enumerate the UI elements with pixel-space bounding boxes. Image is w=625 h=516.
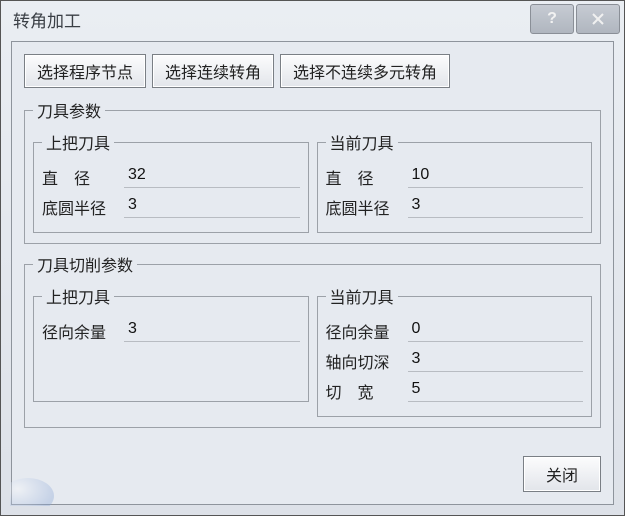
prev-tool-group: 上把刀具 直 径 32 底圆半径 3 [33, 130, 309, 233]
current-tool-bottom-radius-input[interactable]: 3 [408, 196, 584, 218]
prev-tool-bottom-radius-input[interactable]: 3 [124, 196, 300, 218]
prev-tool-legend: 上把刀具 [42, 130, 114, 154]
prev-cutting-group: 上把刀具 径向余量 3 [33, 284, 309, 402]
prev-radial-allowance-row: 径向余量 3 [42, 316, 300, 346]
client-area: 选择程序节点 选择连续转角 选择不连续多元转角 刀具参数 上把刀具 直 径 32… [11, 41, 614, 505]
current-cut-width-row: 切 宽 5 [326, 376, 584, 406]
select-continuous-corner-button[interactable]: 选择连续转角 [152, 54, 274, 88]
tool-params-group: 刀具参数 上把刀具 直 径 32 底圆半径 3 当前刀具 直 [24, 98, 601, 244]
close-button[interactable]: 关闭 [523, 456, 601, 492]
current-tool-diameter-row: 直 径 10 [326, 162, 584, 192]
cutting-params-legend: 刀具切削参数 [33, 252, 137, 276]
current-cutting-legend: 当前刀具 [326, 284, 398, 308]
top-button-row: 选择程序节点 选择连续转角 选择不连续多元转角 [24, 54, 601, 88]
current-tool-diameter-input[interactable]: 10 [408, 166, 584, 188]
prev-tool-bottom-radius-row: 底圆半径 3 [42, 192, 300, 222]
prev-tool-diameter-row: 直 径 32 [42, 162, 300, 192]
select-program-node-button[interactable]: 选择程序节点 [24, 54, 146, 88]
current-tool-group: 当前刀具 直 径 10 底圆半径 3 [317, 130, 593, 233]
window-close-button[interactable] [576, 4, 620, 34]
prev-tool-diameter-input[interactable]: 32 [124, 166, 300, 188]
radial-allowance-label: 径向余量 [42, 319, 124, 343]
diameter-label: 直 径 [326, 165, 408, 189]
prev-radial-allowance-input[interactable]: 3 [124, 320, 300, 342]
window-title: 转角加工 [13, 7, 528, 32]
cut-width-label: 切 宽 [326, 379, 408, 403]
tool-params-legend: 刀具参数 [33, 98, 105, 122]
current-cutting-group: 当前刀具 径向余量 0 轴向切深 3 切 宽 5 [317, 284, 593, 417]
current-axial-depth-input[interactable]: 3 [408, 350, 584, 372]
current-axial-depth-row: 轴向切深 3 [326, 346, 584, 376]
prev-cutting-legend: 上把刀具 [42, 284, 114, 308]
dialog-window: 转角加工 ? 选择程序节点 选择连续转角 选择不连续多元转角 刀具参数 上把刀具… [0, 0, 625, 516]
current-radial-allowance-row: 径向余量 0 [326, 316, 584, 346]
dialog-footer: 关闭 [24, 448, 601, 492]
bottom-radius-label: 底圆半径 [326, 195, 408, 219]
titlebar: 转角加工 ? [1, 1, 624, 37]
radial-allowance-label: 径向余量 [326, 319, 408, 343]
current-tool-bottom-radius-row: 底圆半径 3 [326, 192, 584, 222]
current-radial-allowance-input[interactable]: 0 [408, 320, 584, 342]
current-cut-width-input[interactable]: 5 [408, 380, 584, 402]
help-button[interactable]: ? [530, 4, 574, 34]
select-discontinuous-multi-corner-button[interactable]: 选择不连续多元转角 [280, 54, 450, 88]
diameter-label: 直 径 [42, 165, 124, 189]
axial-depth-label: 轴向切深 [326, 349, 408, 373]
bottom-radius-label: 底圆半径 [42, 195, 124, 219]
cutting-params-group: 刀具切削参数 上把刀具 径向余量 3 当前刀具 径向余量 0 [24, 252, 601, 428]
close-icon [591, 12, 605, 26]
current-tool-legend: 当前刀具 [326, 130, 398, 154]
help-icon: ? [547, 10, 557, 28]
